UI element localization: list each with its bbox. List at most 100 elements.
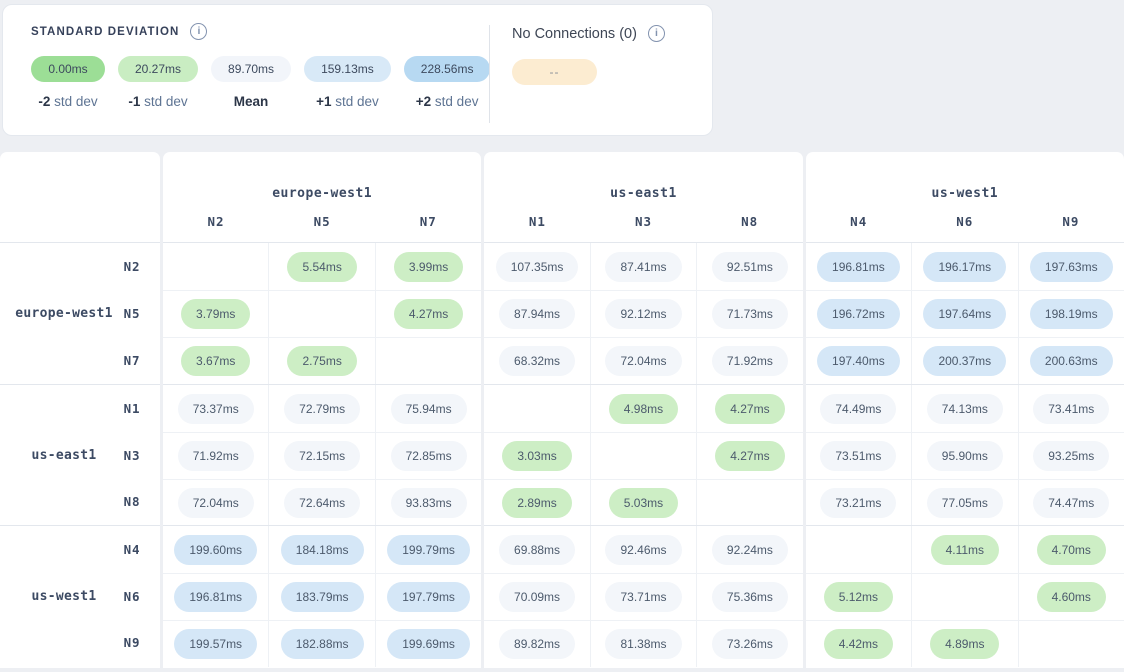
table-row: 107.35ms 87.41ms 92.51ms [484, 243, 802, 290]
node-row-label: N4 [114, 526, 160, 573]
latency-value-pill[interactable]: 5.03ms [609, 488, 678, 518]
latency-value-pill[interactable]: 2.75ms [287, 346, 356, 376]
latency-cell: 4.42ms [806, 621, 911, 667]
latency-value-pill[interactable]: 70.09ms [499, 582, 575, 612]
latency-value-pill[interactable]: 199.69ms [387, 629, 470, 659]
latency-value-pill[interactable]: 198.19ms [1030, 299, 1113, 329]
legend-stop: 228.56ms+2 std dev [404, 56, 491, 109]
latency-value-pill[interactable]: 92.12ms [605, 299, 681, 329]
latency-value-pill[interactable]: 182.88ms [281, 629, 364, 659]
legend-stop-label: +1 std dev [316, 94, 379, 109]
latency-value-pill[interactable]: 4.42ms [824, 629, 893, 659]
latency-value-pill[interactable]: 200.37ms [923, 346, 1006, 376]
latency-value-pill[interactable]: 74.47ms [1033, 488, 1109, 518]
latency-value-pill[interactable]: 72.04ms [178, 488, 254, 518]
latency-value-pill[interactable]: 196.81ms [174, 582, 257, 612]
latency-value-pill[interactable]: 197.40ms [817, 346, 900, 376]
latency-value-pill[interactable]: 72.79ms [284, 394, 360, 424]
latency-cell: 74.47ms [1018, 480, 1124, 526]
latency-value-pill[interactable]: 92.46ms [605, 535, 681, 565]
latency-value-pill[interactable]: 73.26ms [712, 629, 788, 659]
latency-cell: 73.71ms [590, 574, 696, 620]
latency-value-pill[interactable]: 72.04ms [605, 346, 681, 376]
latency-value-pill[interactable]: 5.12ms [824, 582, 893, 612]
latency-value-pill[interactable]: 4.98ms [609, 394, 678, 424]
table-row: 196.81ms 183.79ms 197.79ms [163, 573, 481, 620]
latency-value-pill[interactable]: 3.03ms [502, 441, 571, 471]
latency-value-pill[interactable]: 196.81ms [817, 252, 900, 282]
latency-value-pill[interactable]: 81.38ms [605, 629, 681, 659]
latency-value-pill[interactable]: 3.67ms [181, 346, 250, 376]
latency-value-pill[interactable]: 197.64ms [923, 299, 1006, 329]
latency-cell: 3.03ms [484, 433, 589, 479]
latency-value-pill[interactable]: 87.41ms [605, 252, 681, 282]
info-icon[interactable]: i [648, 25, 665, 42]
latency-value-pill[interactable]: 196.17ms [923, 252, 1006, 282]
latency-value-pill[interactable]: 197.63ms [1030, 252, 1113, 282]
latency-value-pill[interactable]: 199.60ms [174, 535, 257, 565]
latency-cell: 197.79ms [375, 574, 481, 620]
node-column-label: N6 [912, 214, 1018, 229]
latency-cell: 4.70ms [1018, 526, 1124, 573]
latency-value-pill[interactable]: 200.63ms [1030, 346, 1113, 376]
latency-value-pill[interactable]: 93.25ms [1033, 441, 1109, 471]
latency-value-pill[interactable]: 73.71ms [605, 582, 681, 612]
latency-value-pill[interactable]: 4.11ms [931, 535, 999, 565]
latency-value-pill[interactable]: 3.99ms [394, 252, 463, 282]
latency-value-pill[interactable]: 71.92ms [178, 441, 254, 471]
latency-cell [806, 526, 911, 573]
latency-value-pill[interactable]: 73.21ms [820, 488, 896, 518]
latency-value-pill[interactable]: 89.82ms [499, 629, 575, 659]
latency-cell: 107.35ms [484, 243, 589, 290]
latency-value-pill[interactable]: 73.41ms [1033, 394, 1109, 424]
latency-value-pill[interactable]: 73.51ms [820, 441, 896, 471]
latency-value-pill[interactable]: 77.05ms [927, 488, 1003, 518]
latency-cell: 199.69ms [375, 621, 481, 667]
latency-value-pill[interactable]: 69.88ms [499, 535, 575, 565]
latency-value-pill[interactable]: 74.13ms [927, 394, 1003, 424]
latency-value-pill[interactable]: 4.27ms [715, 441, 784, 471]
latency-value-pill[interactable]: 75.36ms [712, 582, 788, 612]
latency-value-pill[interactable]: 72.85ms [391, 441, 467, 471]
node-column-label: N3 [590, 214, 696, 229]
latency-value-pill[interactable]: 184.18ms [281, 535, 364, 565]
latency-cell: 196.17ms [911, 243, 1017, 290]
latency-value-pill[interactable]: 4.89ms [930, 629, 999, 659]
latency-value-pill[interactable]: 72.64ms [284, 488, 360, 518]
region-column-panel: us-east1N1N3N8 107.35ms 87.41ms 92.51ms 87.9… [484, 152, 802, 668]
latency-value-pill[interactable]: 197.79ms [387, 582, 470, 612]
table-row: 3.67ms 2.75ms [163, 337, 481, 384]
latency-value-pill[interactable]: 199.79ms [387, 535, 470, 565]
legend-stop-label: +2 std dev [416, 94, 479, 109]
latency-value-pill[interactable]: 74.49ms [820, 394, 896, 424]
latency-value-pill[interactable]: 71.92ms [712, 346, 788, 376]
latency-value-pill[interactable]: 73.37ms [178, 394, 254, 424]
latency-value-pill[interactable]: 2.89ms [502, 488, 571, 518]
latency-value-pill[interactable]: 87.94ms [499, 299, 575, 329]
latency-cell: 92.12ms [590, 291, 696, 337]
latency-value-pill[interactable]: 92.24ms [712, 535, 788, 565]
latency-value-pill[interactable]: 4.60ms [1037, 582, 1106, 612]
latency-value-pill[interactable]: 95.90ms [927, 441, 1003, 471]
latency-value-pill[interactable]: 4.27ms [394, 299, 463, 329]
latency-value-pill[interactable]: 199.57ms [174, 629, 257, 659]
latency-cell: 3.79ms [163, 291, 268, 337]
latency-value-pill[interactable]: 93.83ms [391, 488, 467, 518]
info-icon[interactable]: i [190, 23, 207, 40]
table-row: 4.42ms 4.89ms [806, 620, 1124, 667]
latency-value-pill[interactable]: 4.70ms [1037, 535, 1106, 565]
node-column-label: N1 [484, 214, 590, 229]
latency-value-pill[interactable]: 71.73ms [712, 299, 788, 329]
row-labels-body: europe-west1N2N5N7us-east1N1N3N8us-west1… [0, 243, 160, 668]
latency-value-pill[interactable]: 4.27ms [715, 394, 784, 424]
latency-value-pill[interactable]: 75.94ms [391, 394, 467, 424]
region-column-header: us-east1N1N3N8 [484, 152, 802, 243]
latency-value-pill[interactable]: 107.35ms [496, 252, 579, 282]
latency-value-pill[interactable]: 3.79ms [181, 299, 250, 329]
latency-value-pill[interactable]: 92.51ms [712, 252, 788, 282]
latency-value-pill[interactable]: 72.15ms [284, 441, 360, 471]
latency-value-pill[interactable]: 196.72ms [817, 299, 900, 329]
latency-value-pill[interactable]: 68.32ms [499, 346, 575, 376]
latency-value-pill[interactable]: 5.54ms [287, 252, 356, 282]
latency-value-pill[interactable]: 183.79ms [281, 582, 364, 612]
